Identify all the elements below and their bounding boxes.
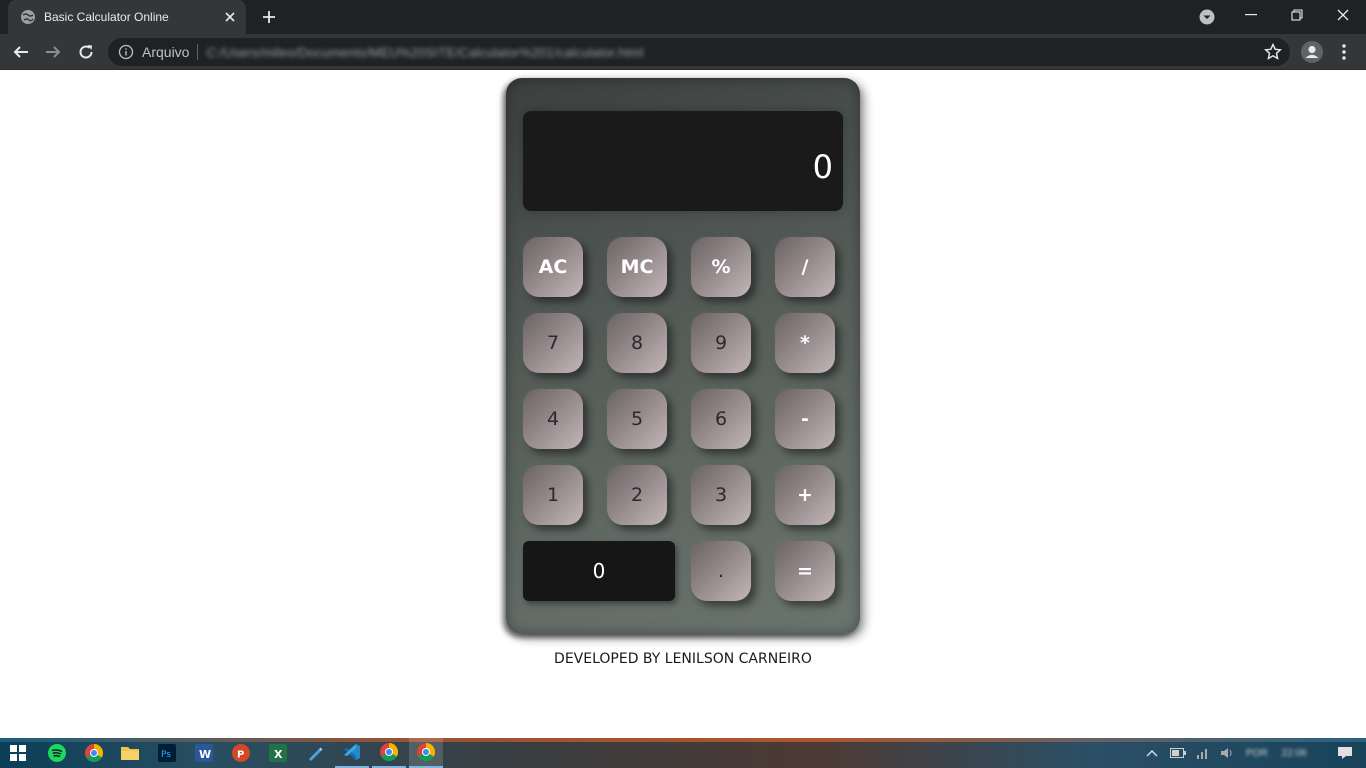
key-label: / bbox=[801, 256, 809, 278]
file-explorer-icon[interactable] bbox=[113, 738, 147, 768]
key-7[interactable]: 7 bbox=[523, 313, 583, 373]
site-label: Arquivo bbox=[142, 44, 190, 60]
tray-time[interactable]: 22:06 bbox=[1282, 748, 1307, 759]
key-label: 3 bbox=[714, 484, 728, 506]
key-divide[interactable]: / bbox=[775, 237, 835, 297]
calculator: 0 AC MC% / 7 8 9 * 4 5 6 - 1 2 3 +0. = bbox=[506, 78, 860, 634]
key-label: 2 bbox=[630, 484, 644, 506]
volume-icon[interactable] bbox=[1220, 747, 1234, 759]
key-decimal[interactable]: . bbox=[691, 541, 751, 601]
address-bar[interactable]: Arquivo C:/Users/mileo/Documents/MEU%20S… bbox=[108, 38, 1290, 66]
key-0[interactable]: 0 bbox=[523, 541, 675, 601]
spotify-icon[interactable] bbox=[40, 738, 74, 768]
menu-dots-icon[interactable] bbox=[1332, 39, 1356, 65]
key-label: - bbox=[801, 408, 809, 430]
globe-icon bbox=[21, 10, 35, 24]
system-tray: POR 22:06 bbox=[1146, 738, 1353, 768]
key-1[interactable]: 1 bbox=[523, 465, 583, 525]
key-9[interactable]: 9 bbox=[691, 313, 751, 373]
url-text[interactable]: C:/Users/mileo/Documents/MEU%20SITE/Calc… bbox=[206, 45, 643, 60]
photoshop-icon[interactable]: Ps bbox=[150, 738, 184, 768]
vscode-icon[interactable] bbox=[335, 738, 369, 768]
windows-start-icon[interactable] bbox=[1, 738, 35, 768]
key-label: 4 bbox=[546, 408, 560, 430]
tab-close-icon[interactable] bbox=[220, 7, 240, 27]
info-icon[interactable] bbox=[118, 44, 134, 60]
key-3[interactable]: 3 bbox=[691, 465, 751, 525]
key-clear-all[interactable]: AC bbox=[523, 237, 583, 297]
excel-icon[interactable]: X bbox=[261, 738, 295, 768]
restore-icon[interactable] bbox=[1274, 0, 1320, 30]
browser-toolbar: Arquivo C:/Users/mileo/Documents/MEU%20S… bbox=[0, 34, 1366, 70]
new-tab-plus-icon[interactable] bbox=[258, 6, 280, 28]
svg-text:X: X bbox=[274, 748, 283, 761]
key-subtract[interactable]: - bbox=[775, 389, 835, 449]
back-arrow-icon[interactable] bbox=[8, 39, 34, 65]
forward-arrow-icon[interactable] bbox=[40, 39, 66, 65]
chrome-icon[interactable] bbox=[409, 738, 443, 768]
svg-text:W: W bbox=[199, 748, 211, 761]
omnibox-separator bbox=[197, 44, 199, 60]
bookmark-star-icon[interactable] bbox=[1264, 43, 1282, 61]
key-label: * bbox=[800, 332, 810, 354]
chevron-up-icon[interactable] bbox=[1146, 749, 1158, 757]
tab-title: Basic Calculator Online bbox=[44, 10, 169, 24]
key-add[interactable]: + bbox=[775, 465, 835, 525]
key-6[interactable]: 6 bbox=[691, 389, 751, 449]
chrome-icon[interactable] bbox=[372, 738, 406, 768]
reload-icon[interactable] bbox=[73, 39, 99, 65]
developer-credit: DEVELOPED BY LENILSON CARNEIRO bbox=[554, 651, 812, 667]
key-8[interactable]: 8 bbox=[607, 313, 667, 373]
display-value: 0 bbox=[812, 148, 833, 186]
key-equals[interactable]: = bbox=[775, 541, 835, 601]
key-label: 5 bbox=[630, 408, 644, 430]
notification-icon[interactable] bbox=[1337, 746, 1353, 760]
taskbar: Ps W P X POR 22:06 bbox=[0, 738, 1366, 768]
key-label: MC bbox=[620, 256, 654, 278]
key-multiply[interactable]: * bbox=[775, 313, 835, 373]
minimize-icon[interactable] bbox=[1228, 0, 1274, 30]
key-label: 1 bbox=[546, 484, 560, 506]
tab-search-icon[interactable] bbox=[1196, 6, 1218, 28]
key-2[interactable]: 2 bbox=[607, 465, 667, 525]
word-icon[interactable]: W bbox=[187, 738, 221, 768]
key-label: 9 bbox=[714, 332, 728, 354]
battery-icon[interactable] bbox=[1170, 748, 1186, 758]
svg-text:P: P bbox=[237, 750, 244, 761]
network-icon[interactable] bbox=[1196, 747, 1210, 759]
close-window-icon[interactable] bbox=[1320, 0, 1366, 30]
profile-icon[interactable] bbox=[1299, 39, 1325, 65]
calculator-display: 0 bbox=[523, 111, 843, 211]
key-label: . bbox=[717, 560, 725, 582]
key-5[interactable]: 5 bbox=[607, 389, 667, 449]
pen-icon[interactable] bbox=[298, 738, 332, 768]
key-label: % bbox=[711, 256, 731, 278]
key-4[interactable]: 4 bbox=[523, 389, 583, 449]
key-label: 0 bbox=[592, 559, 606, 583]
key-label: 7 bbox=[546, 332, 560, 354]
powerpoint-icon[interactable]: P bbox=[224, 738, 258, 768]
key-memory-clear[interactable]: MC bbox=[607, 237, 667, 297]
tray-language[interactable]: POR bbox=[1246, 748, 1268, 759]
browser-tab[interactable]: Basic Calculator Online bbox=[8, 0, 246, 34]
key-label: 8 bbox=[630, 332, 644, 354]
chrome-icon[interactable] bbox=[77, 738, 111, 768]
key-label: 6 bbox=[714, 408, 728, 430]
key-label: AC bbox=[538, 256, 568, 278]
browser-titlebar: Basic Calculator Online bbox=[0, 0, 1366, 34]
key-percent[interactable]: % bbox=[691, 237, 751, 297]
key-label: = bbox=[797, 560, 813, 582]
key-label: + bbox=[797, 484, 813, 506]
svg-text:Ps: Ps bbox=[161, 750, 171, 760]
